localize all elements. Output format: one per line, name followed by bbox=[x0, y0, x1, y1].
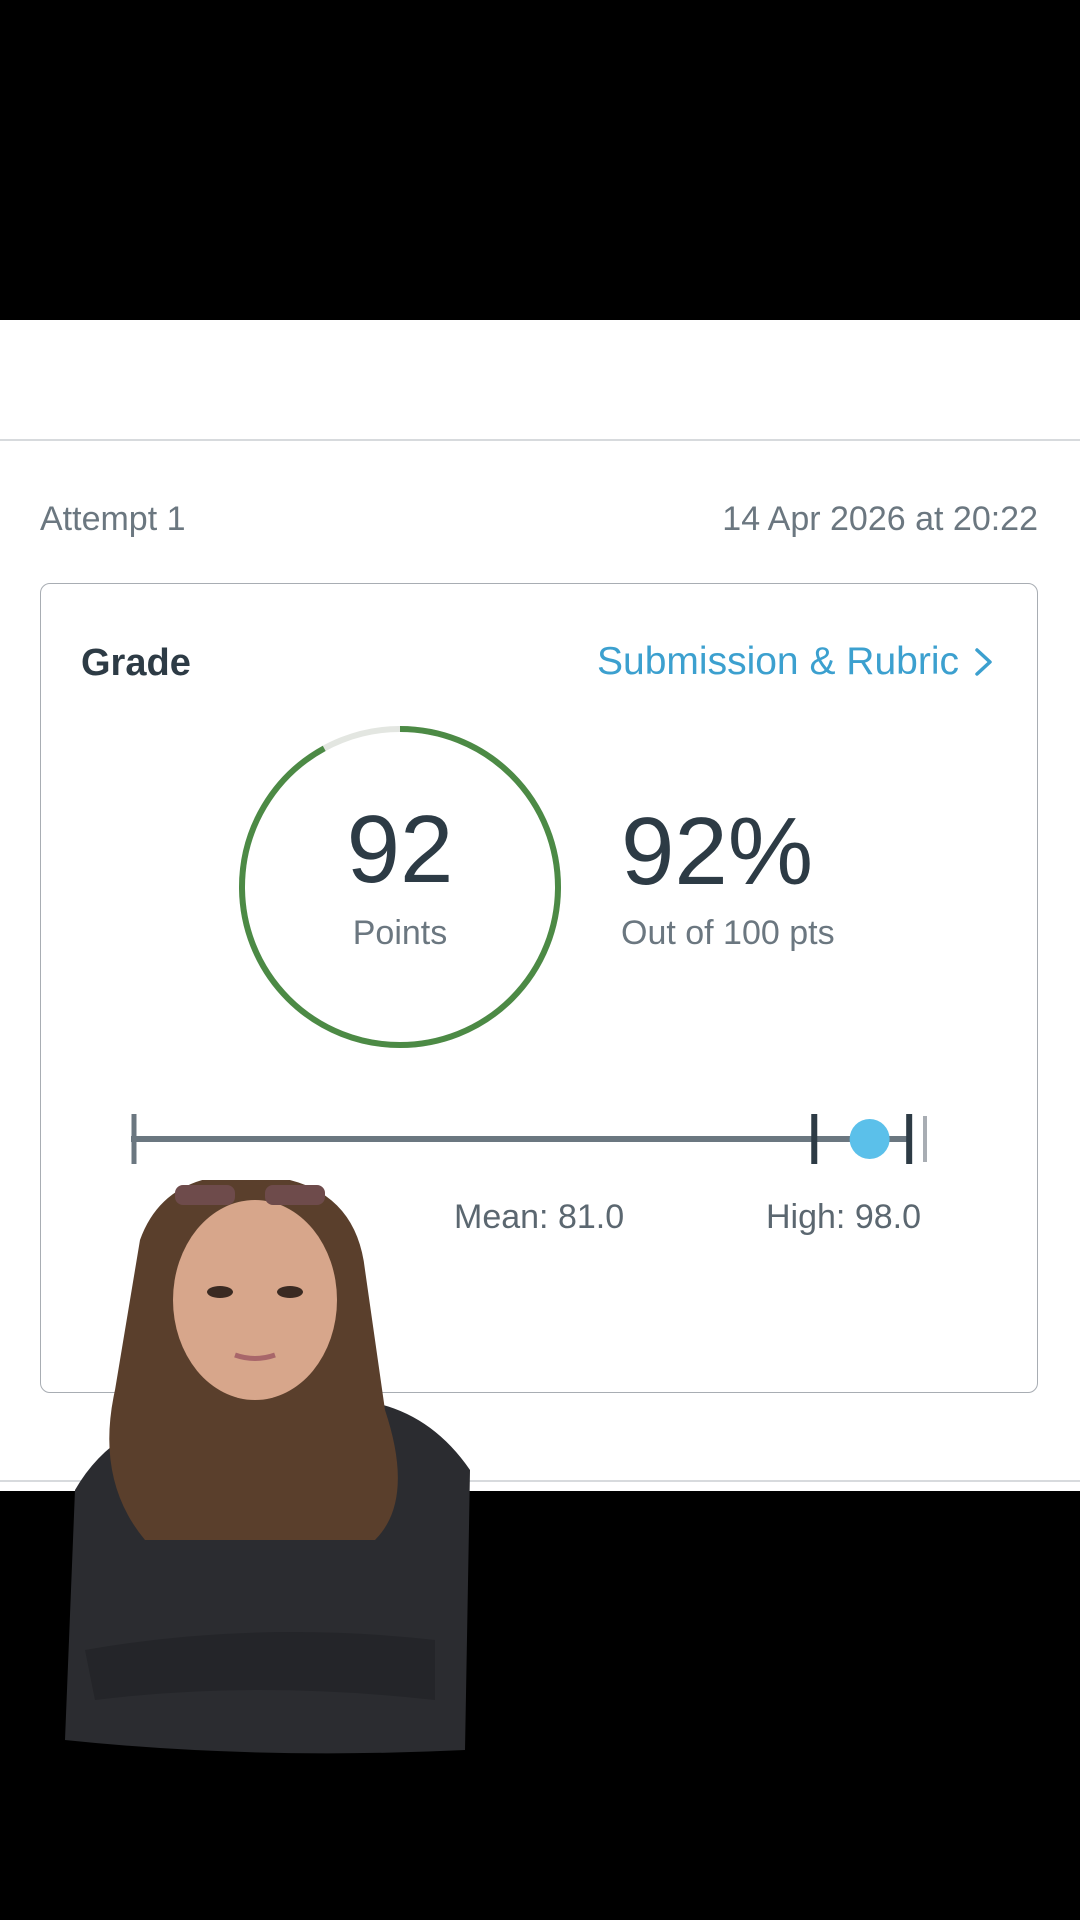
attempt-label: Attempt 1 bbox=[40, 500, 186, 538]
chevron-right-icon bbox=[975, 648, 992, 676]
grade-title: Grade bbox=[81, 642, 191, 684]
attempt-date: 14 Apr 2026 at 20:22 bbox=[722, 500, 1038, 538]
points-value: 92 bbox=[346, 796, 454, 903]
score-ring: 92 Points bbox=[237, 724, 563, 1050]
score-distribution-bar bbox=[131, 1114, 927, 1164]
student-score-marker bbox=[849, 1119, 890, 1159]
percent-value: 92% bbox=[621, 798, 814, 905]
divider bbox=[0, 439, 1080, 441]
high-label: High: 98.0 bbox=[766, 1198, 921, 1236]
submission-rubric-label: Submission & Rubric bbox=[597, 640, 959, 683]
submission-rubric-link[interactable]: Submission & Rubric bbox=[597, 640, 995, 684]
out-of-label: Out of 100 pts bbox=[621, 914, 835, 952]
presenter-webcam-overlay bbox=[65, 1180, 470, 1754]
mean-label: Mean: 81.0 bbox=[454, 1198, 625, 1236]
points-label: Points bbox=[352, 914, 448, 952]
